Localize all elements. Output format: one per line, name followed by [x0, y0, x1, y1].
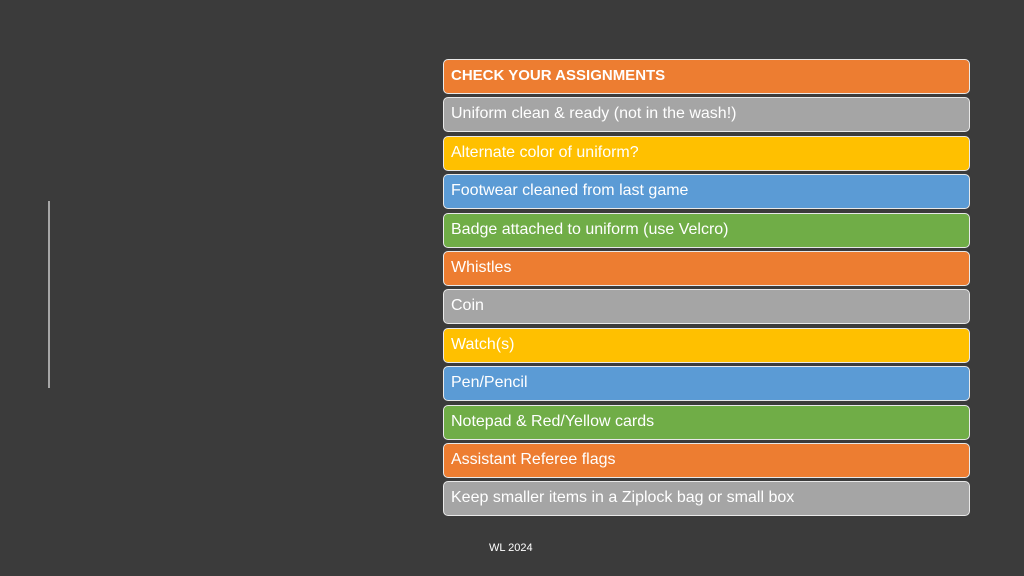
footer-text: WL 2024: [489, 542, 533, 554]
checklist-item: Footwear cleaned from last game: [443, 174, 970, 210]
checklist-item: Keep smaller items in a Ziplock bag or s…: [443, 481, 970, 517]
checklist-item: Badge attached to uniform (use Velcro): [443, 212, 970, 248]
checklist-item: Pen/Pencil: [443, 366, 970, 402]
checklist-item: Watch(s): [443, 327, 970, 363]
checklist-header: CHECK YOUR ASSIGNMENTS: [443, 59, 970, 94]
checklist-item: Notepad & Red/Yellow cards: [443, 404, 970, 440]
checklist-item: Whistles: [443, 250, 970, 286]
checklist-item: Alternate color of uniform?: [443, 135, 970, 171]
checklist: CHECK YOUR ASSIGNMENTS Uniform clean & r…: [443, 59, 970, 520]
checklist-item: Assistant Referee flags: [443, 442, 970, 478]
decorative-vertical-line: [48, 201, 50, 388]
checklist-item: Coin: [443, 289, 970, 325]
checklist-item: Uniform clean & ready (not in the wash!): [443, 97, 970, 133]
